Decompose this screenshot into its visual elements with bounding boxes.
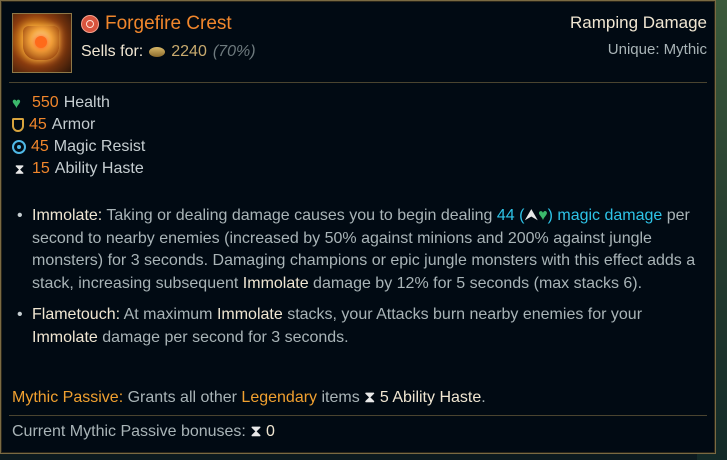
passive-name: Immolate: [32, 207, 103, 224]
stat-label: Magic Resist [53, 138, 146, 155]
item-name: Forgefire Crest [105, 13, 232, 34]
stats-list: ♥ 550 Health 45 Armor 45 Magic Resist ⧗ … [12, 92, 145, 180]
header-divider [9, 82, 707, 83]
passive-name: Flametouch: [32, 306, 121, 323]
health-icon: ♥ [12, 94, 21, 112]
forgefire-crest-icon [12, 13, 72, 73]
sells-label: Sells for: [81, 43, 144, 60]
stat-value: 45 [29, 116, 47, 133]
passive-text: At maximum [120, 306, 217, 323]
footer-divider [9, 415, 707, 416]
stat-magic-resist: 45 Magic Resist [12, 136, 145, 158]
health-scaling-icon: ♥ [538, 207, 548, 224]
current-bonuses-label: Current Mythic Passive bonuses: [12, 423, 246, 440]
stat-value: 45 [31, 138, 49, 155]
stat-label: Health [63, 94, 110, 111]
item-tags: Ramping Damage Unique: Mythic [570, 13, 707, 58]
stat-ability-haste: ⧗ 15 Ability Haste [12, 158, 145, 180]
mythic-text: items [317, 389, 365, 406]
passive-immolate: Immolate: Taking or dealing damage cause… [17, 205, 701, 295]
mythic-text: . [481, 389, 486, 406]
mythic-passive-label: Mythic Passive: [12, 389, 124, 406]
keyword-immolate: Immolate [32, 328, 98, 346]
item-title-row: Forgefire Crest [81, 13, 232, 35]
forgefire-crest-emblem [23, 26, 59, 60]
passive-text: Taking or dealing damage causes you to b… [102, 207, 497, 224]
magic-resist-icon [12, 140, 26, 154]
ability-haste-icon: ⧗ [364, 389, 380, 406]
armor-scaling-icon: ⮝ [524, 207, 539, 224]
current-bonuses-value: 0 [266, 423, 275, 440]
sell-gold-value: 2240 [171, 43, 207, 60]
damage-value: 44 [496, 207, 515, 224]
passive-text: stacks, your Attacks burn nearby enemies… [282, 306, 643, 323]
ability-haste-icon: ⧗ [250, 423, 262, 440]
passives-section: Immolate: Taking or dealing damage cause… [17, 205, 701, 358]
mythic-icon [81, 15, 99, 33]
keyword-immolate: Immolate [216, 306, 283, 323]
mythic-bonus: 5 Ability Haste [379, 389, 482, 406]
stat-health: ♥ 550 Health [12, 92, 145, 114]
stat-label: Ability Haste [54, 160, 144, 177]
passive-flametouch: Flametouch: At maximum Immolate stacks, … [17, 304, 701, 349]
tag-secondary: Unique: Mythic [607, 41, 707, 58]
passive-text: damage per second for 3 seconds. [97, 328, 349, 346]
current-bonuses: Current Mythic Passive bonuses: ⧗ 0 [12, 423, 275, 441]
tag-primary: Ramping Damage [569, 13, 707, 32]
gold-icon [149, 47, 166, 57]
mythic-text: Grants all other [123, 389, 242, 406]
stat-label: Armor [51, 116, 96, 133]
stat-armor: 45 Armor [12, 114, 145, 136]
stat-value: 15 [32, 160, 50, 177]
item-tooltip: Forgefire Crest Sells for: 2240 (70%) Ra… [0, 0, 716, 454]
legendary-keyword: Legendary [241, 389, 318, 406]
stat-value: 550 [32, 94, 59, 111]
sell-price: Sells for: 2240 (70%) [81, 43, 256, 61]
passive-text: damage by 12% for 5 seconds (max stacks … [308, 274, 643, 292]
damage-type: magic damage [552, 207, 663, 224]
armor-icon [12, 118, 24, 132]
ability-haste-icon: ⧗ [14, 160, 25, 177]
mythic-passive: Mythic Passive: Grants all other Legenda… [12, 389, 486, 407]
keyword-immolate: Immolate [242, 274, 309, 292]
sell-percent: (70%) [212, 43, 256, 60]
